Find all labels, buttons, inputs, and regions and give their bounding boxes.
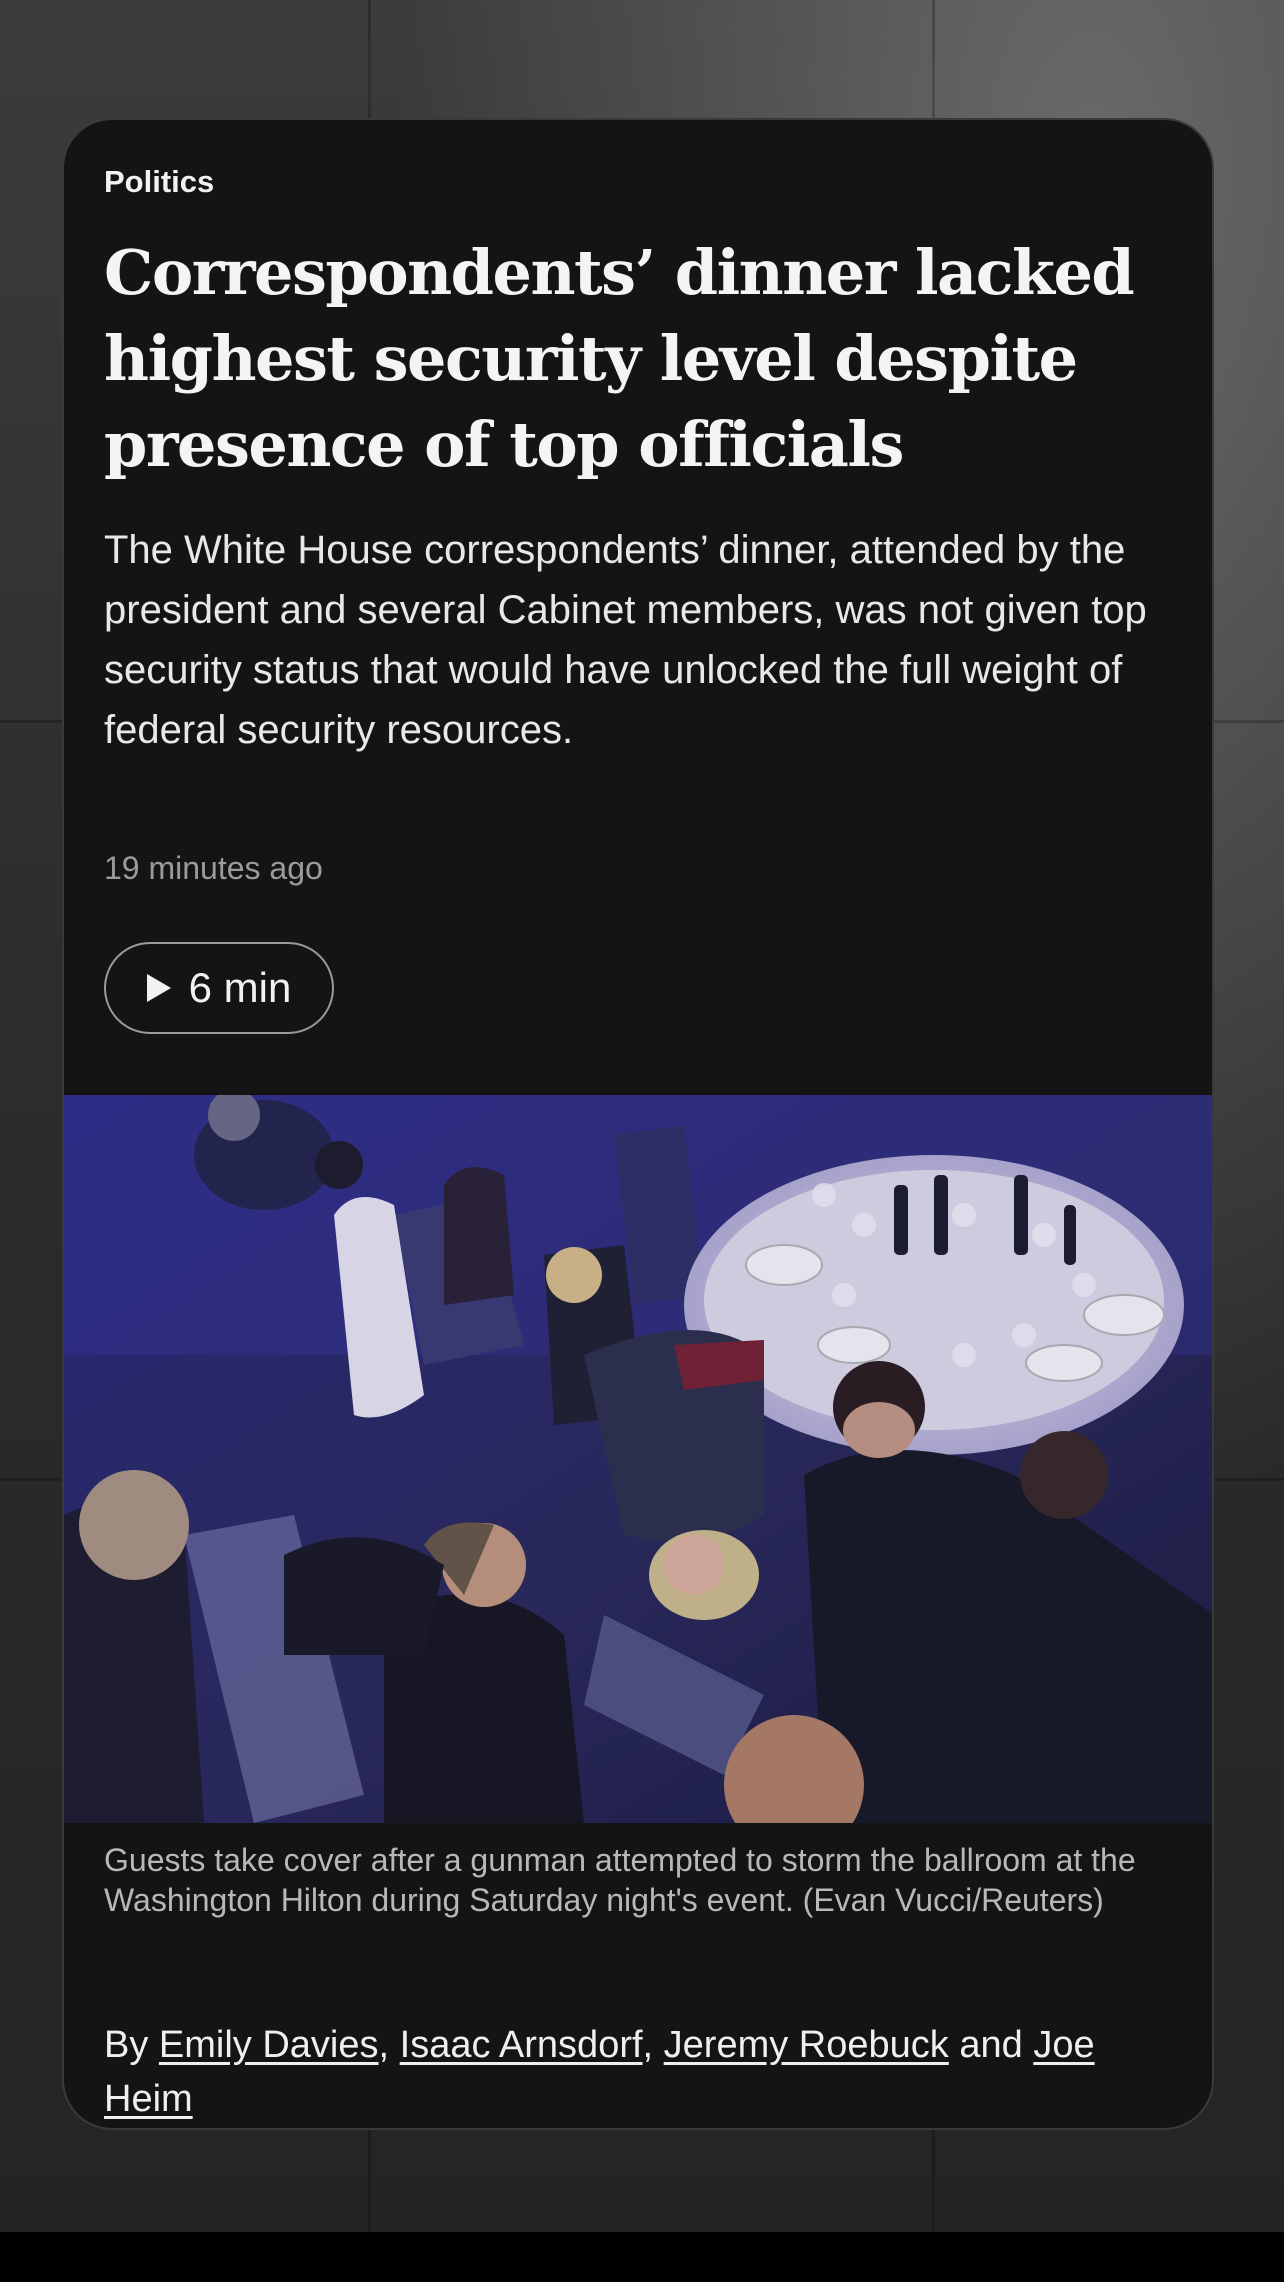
listen-duration: 6 min	[188, 964, 292, 1011]
author-link[interactable]: Emily Davies	[159, 2024, 379, 2066]
article-dek: The White House correspondents’ dinner, …	[104, 528, 1147, 752]
article-photo[interactable]	[64, 1095, 1214, 1823]
listen-audio-button[interactable]: 6 min	[104, 942, 334, 1034]
section-label[interactable]: Politics	[104, 164, 214, 200]
byline-prefix: By	[104, 2024, 159, 2066]
author-link[interactable]: Isaac Arnsdorf	[400, 2024, 643, 2066]
article-headline[interactable]: Correspondents’ dinner lacked highest se…	[104, 230, 1164, 488]
byline-separator: and	[948, 2024, 1034, 2066]
play-icon	[146, 974, 171, 1002]
author-link[interactable]: Jeremy Roebuck	[664, 2024, 949, 2066]
bottom-black-bar	[0, 2232, 1284, 2282]
article-byline: By Emily Davies, Isaac Arnsdorf, Jeremy …	[104, 2018, 1184, 2126]
photo-caption: Guests take cover after a gunman attempt…	[104, 1842, 1136, 1918]
byline-separator: ,	[642, 2024, 664, 2066]
byline-separator: ,	[378, 2024, 400, 2066]
article-timestamp: 19 minutes ago	[104, 850, 323, 886]
article-card[interactable]: Politics Correspondents’ dinner lacked h…	[62, 118, 1214, 2130]
